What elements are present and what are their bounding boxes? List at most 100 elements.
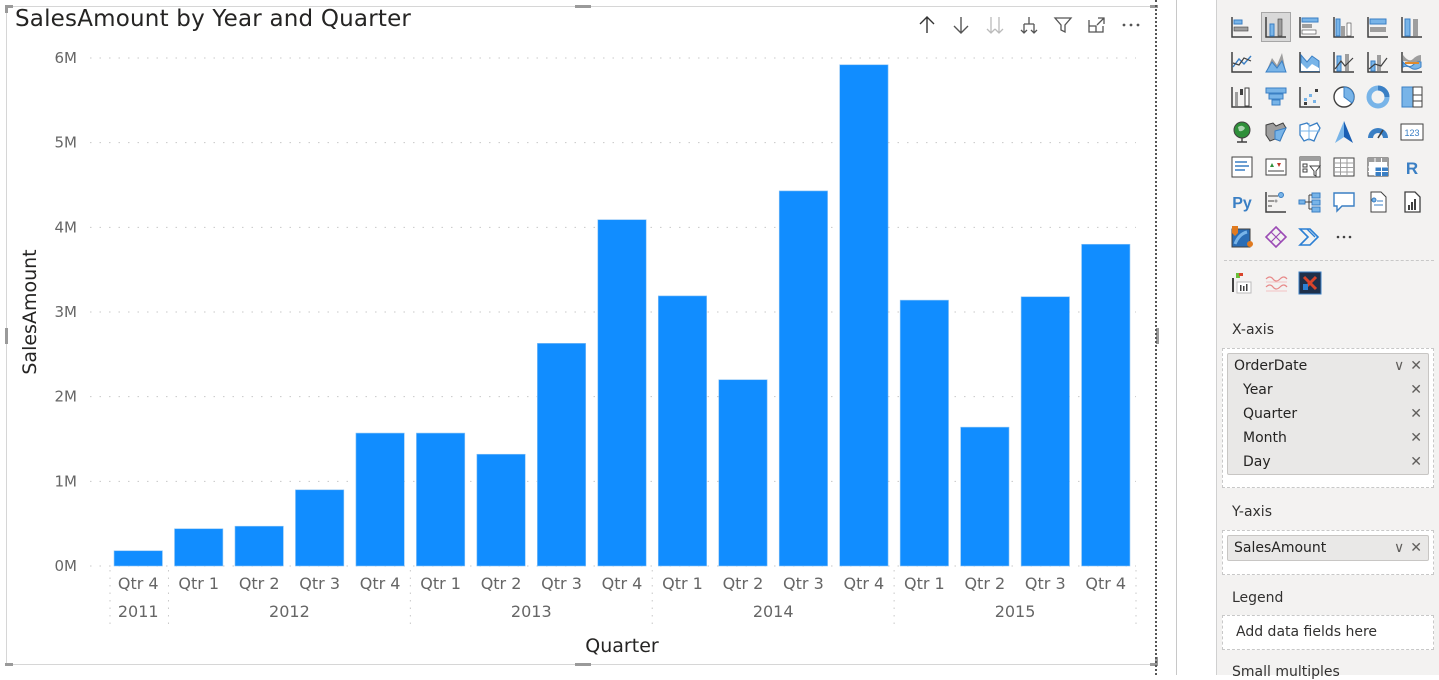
close-icon[interactable]: ✕ xyxy=(1410,454,1422,470)
line-stacked-column-chart-icon[interactable] xyxy=(1329,47,1359,77)
bar[interactable] xyxy=(1020,296,1070,567)
python-visual-icon[interactable]: Py xyxy=(1227,187,1257,217)
bar[interactable] xyxy=(537,343,587,567)
stacked-column-chart-icon[interactable] xyxy=(1261,12,1291,42)
bar[interactable] xyxy=(476,453,526,567)
field-level-year[interactable]: Year ✕ xyxy=(1228,378,1428,402)
x-axis-title: Quarter xyxy=(585,635,659,657)
x-tick-label: Qtr 1 xyxy=(420,574,461,593)
funnel-icon[interactable] xyxy=(1261,82,1291,112)
gauge-icon[interactable] xyxy=(1363,117,1393,147)
clustered-bar-chart-icon[interactable] xyxy=(1295,12,1325,42)
focus-mode-icon[interactable] xyxy=(1080,10,1114,40)
treemap-icon[interactable] xyxy=(1397,82,1427,112)
custom-visual-3-icon[interactable] xyxy=(1295,268,1325,298)
field-salesamount[interactable]: SalesAmount ∨ ✕ xyxy=(1228,536,1428,560)
smart-narrative-icon-glyph xyxy=(1370,191,1387,213)
pie-chart-icon[interactable] xyxy=(1329,82,1359,112)
paginated-report-icon[interactable] xyxy=(1397,187,1427,217)
y-axis-well[interactable]: SalesAmount ∨ ✕ xyxy=(1222,530,1434,575)
bar[interactable] xyxy=(657,295,707,567)
legend-well[interactable]: Add data fields here xyxy=(1222,615,1434,650)
bar[interactable] xyxy=(899,299,949,567)
line-clustered-column-chart-icon[interactable] xyxy=(1363,47,1393,77)
bar[interactable] xyxy=(174,528,224,567)
table-icon[interactable] xyxy=(1329,152,1359,182)
qa-icon-glyph xyxy=(1333,192,1355,213)
close-icon[interactable]: ✕ xyxy=(1410,406,1422,422)
bar[interactable] xyxy=(295,489,345,567)
100-stacked-bar-chart-icon[interactable] xyxy=(1363,12,1393,42)
decomposition-tree-icon[interactable] xyxy=(1295,187,1325,217)
custom-visual-2-icon[interactable] xyxy=(1261,268,1291,298)
expand-hierarchy-icon[interactable] xyxy=(1012,10,1046,40)
power-apps-icon[interactable] xyxy=(1261,222,1291,252)
x-tick-label: Qtr 4 xyxy=(118,574,159,593)
x-tick-label: Qtr 2 xyxy=(723,574,764,593)
smart-narrative-icon[interactable] xyxy=(1363,187,1393,217)
stacked-bar-chart-icon[interactable] xyxy=(1227,12,1257,42)
field-orderdate[interactable]: OrderDate ∨ ✕ xyxy=(1228,354,1428,378)
100-stacked-column-chart-icon[interactable] xyxy=(1397,12,1427,42)
matrix-icon-glyph xyxy=(1367,157,1389,177)
clustered-column-chart-icon[interactable] xyxy=(1329,12,1359,42)
field-level-quarter[interactable]: Quarter ✕ xyxy=(1228,402,1428,426)
bars xyxy=(113,64,1131,567)
chevron-down-icon[interactable]: ∨ xyxy=(1394,540,1404,556)
matrix-icon[interactable] xyxy=(1363,152,1393,182)
donut-chart-icon-glyph xyxy=(1366,85,1390,109)
bar[interactable] xyxy=(839,64,889,567)
next-level-icon[interactable] xyxy=(978,10,1012,40)
chevron-down-icon[interactable]: ∨ xyxy=(1394,358,1404,374)
close-icon[interactable]: ✕ xyxy=(1410,382,1422,398)
key-influencers-icon[interactable] xyxy=(1261,187,1291,217)
filled-map-icon[interactable] xyxy=(1261,117,1291,147)
bar[interactable] xyxy=(778,190,828,567)
drill-down-icon[interactable] xyxy=(944,10,978,40)
ribbon-chart-icon[interactable] xyxy=(1397,47,1427,77)
x-axis-field[interactable]: OrderDate ∨ ✕ Year ✕ Quarter ✕ Month ✕ Day ✕ xyxy=(1227,353,1429,475)
area-chart-icon-glyph xyxy=(1265,53,1287,73)
power-automate-icon[interactable] xyxy=(1295,222,1325,252)
stacked-area-chart-icon[interactable] xyxy=(1295,47,1325,77)
bar[interactable] xyxy=(1081,243,1131,567)
report-canvas: 0M 1M 2M 3M 4M 5M 6M Qtr 4 Qtr 1 Qtr 2 Qtr 3 Qtr 4… xyxy=(0,0,1176,675)
bar[interactable] xyxy=(718,379,768,567)
close-icon[interactable]: ✕ xyxy=(1410,540,1422,556)
map-icon[interactable] xyxy=(1227,117,1257,147)
multi-row-card-icon[interactable] xyxy=(1227,152,1257,182)
bar[interactable] xyxy=(234,525,284,567)
close-icon[interactable]: ✕ xyxy=(1410,358,1422,374)
area-chart-icon[interactable] xyxy=(1261,47,1291,77)
waterfall-chart-icon[interactable] xyxy=(1227,82,1257,112)
bar[interactable] xyxy=(416,432,466,567)
legend-placeholder[interactable]: Add data fields here xyxy=(1223,616,1433,648)
x-group-label: 2012 xyxy=(269,602,310,621)
line-chart-icon[interactable] xyxy=(1227,47,1257,77)
custom-visual-1-icon[interactable] xyxy=(1227,268,1257,298)
shape-map-icon[interactable] xyxy=(1295,117,1325,147)
bar[interactable] xyxy=(355,432,405,567)
more-options-icon[interactable] xyxy=(1114,10,1148,40)
arcgis-map-icon[interactable] xyxy=(1227,222,1257,252)
slicer-icon[interactable] xyxy=(1295,152,1325,182)
bar[interactable] xyxy=(597,219,647,567)
y-axis-field[interactable]: SalesAmount ∨ ✕ xyxy=(1227,535,1429,561)
bar[interactable] xyxy=(113,550,163,567)
close-icon[interactable]: ✕ xyxy=(1410,430,1422,446)
card-icon[interactable]: 123 xyxy=(1397,117,1427,147)
y-axis-ticks: 0M 1M 2M 3M 4M 5M 6M xyxy=(55,49,78,575)
r-visual-icon[interactable]: R xyxy=(1397,152,1427,182)
field-level-day[interactable]: Day ✕ xyxy=(1228,450,1428,474)
filter-icon[interactable] xyxy=(1046,10,1080,40)
field-level-month[interactable]: Month ✕ xyxy=(1228,426,1428,450)
azure-map-icon[interactable] xyxy=(1329,117,1359,147)
more-visuals-icon[interactable] xyxy=(1329,222,1359,252)
qa-icon[interactable] xyxy=(1329,187,1359,217)
x-axis-well[interactable]: OrderDate ∨ ✕ Year ✕ Quarter ✕ Month ✕ Day ✕ xyxy=(1222,348,1434,488)
donut-chart-icon[interactable] xyxy=(1363,82,1393,112)
bar[interactable] xyxy=(960,426,1010,567)
scatter-chart-icon[interactable] xyxy=(1295,82,1325,112)
drill-up-icon[interactable] xyxy=(910,10,944,40)
kpi-icon[interactable] xyxy=(1261,152,1291,182)
